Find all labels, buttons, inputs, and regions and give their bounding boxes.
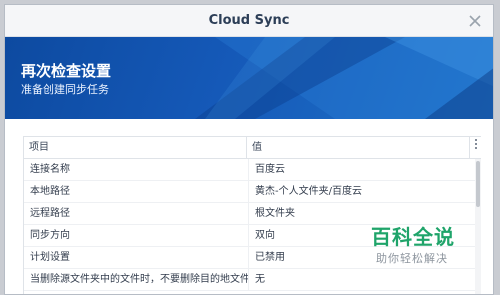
table-row: 连接名称 百度云 <box>24 159 475 181</box>
table-scrollbar[interactable] <box>475 159 481 294</box>
row-value: 百度云 <box>255 164 285 175</box>
close-icon <box>469 15 481 27</box>
row-key: 同步方向 <box>24 225 249 246</box>
column-header-value[interactable]: 值 <box>247 137 470 158</box>
column-menu-icon <box>475 139 477 149</box>
column-menu-button[interactable] <box>471 137 481 158</box>
header-title: 再次检查设置 <box>21 62 112 80</box>
row-key: 连接名称 <box>24 159 249 180</box>
header-subtitle: 准备创建同步任务 <box>21 83 109 96</box>
row-key: 计划设置 <box>24 247 249 268</box>
scrollbar-thumb[interactable] <box>476 161 480 207</box>
row-key: 当删除源文件夹中的文件时，不要删除目的地文件... <box>24 269 249 290</box>
table-row: 远程路径 根文件夹 <box>24 203 475 225</box>
column-header-item[interactable]: 项目 <box>24 137 247 158</box>
dialog-title: Cloud Sync <box>208 13 290 28</box>
row-value: 根文件夹 <box>255 208 295 219</box>
row-key: 本地路径 <box>24 181 249 202</box>
table-header: 项目 值 <box>24 137 481 159</box>
dialog-header-banner: 再次检查设置 准备创建同步任务 <box>5 37 493 119</box>
watermark-brand: 百科全说 <box>371 225 455 249</box>
cloud-sync-dialog: Cloud Sync 再次检查设置 准备创建同步任务 项目 值 连接名称 百度云… <box>4 4 494 295</box>
row-value: 黄杰-个人文件夹/百度云 <box>255 186 362 197</box>
table-row: 本地路径 黄杰-个人文件夹/百度云 <box>24 181 475 203</box>
watermark-tagline: 助你轻松解决 <box>376 252 448 265</box>
close-button[interactable] <box>465 11 485 31</box>
row-key: 远程路径 <box>24 203 249 224</box>
watermark: 百科全说 助你轻松解决 <box>371 225 471 275</box>
dialog-titlebar: Cloud Sync <box>5 5 493 37</box>
